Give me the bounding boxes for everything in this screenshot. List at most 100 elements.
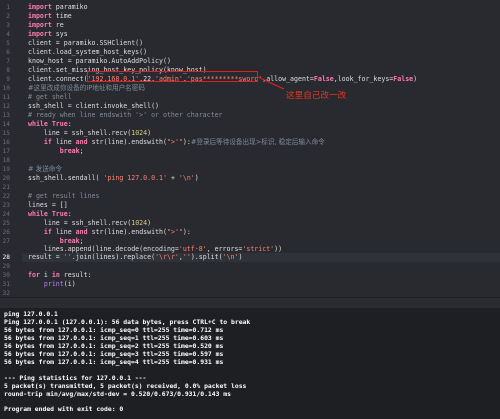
code-text: str(line).endswith( [87,138,167,146]
inline-comment: #登录后等待设备出现>标识, 稳定后输入命令 [190,138,325,146]
code-line-20[interactable]: ssh_shell.sendall( 'ping 127.0.0.1' + '\… [28,174,199,183]
code-text: str(line).endswith( [87,228,167,236]
code-line-1[interactable]: import paramiko [28,3,88,12]
code-text: ,look_for_keys= [333,75,394,83]
console-line: 5 packet(s) transmitted, 5 packet(s) rec… [4,382,247,390]
code-line-24[interactable]: while True: [28,210,72,219]
string-literal: ">'" [167,138,183,146]
string-literal: 'ping 127.0.0.1' [103,174,167,182]
console-line: 56 bytes from 127.0.0.1: icmp_seq=1 ttl=… [4,334,224,342]
string-literal: 'utf-8' [178,245,207,253]
line-number-current: 28 [2,254,10,261]
line-number: 4 [6,31,10,38]
code-text: line = ssh_shell.recv( [28,219,132,227]
code-text: ): [182,138,191,146]
number-literal: 1024 [131,219,148,227]
line-number: 26 [2,229,10,236]
code-text: )) [274,245,283,253]
string-literal: '\n' [222,253,239,261]
code-line-19-comment[interactable]: # 发送命令 [28,165,62,174]
code-text: (i) [63,280,76,288]
line-number: 12 [2,103,10,110]
code-line-11-comment[interactable]: # get shell [28,93,72,102]
code-line-31[interactable]: for i in result: [28,271,92,280]
console-line: 56 bytes from 127.0.0.1: icmp_seq=3 ttl=… [4,350,224,358]
code-text: ; [79,237,84,245]
code-text: .join(lines).replace( [71,253,156,261]
code-line-14[interactable]: while True: [28,120,72,129]
string-literal: '\r\r' [155,253,179,261]
code-line-6[interactable]: client.load_system_host_keys() [28,48,147,57]
keyword: if [43,228,52,236]
code-line-29[interactable]: result = ''.join(lines).replace('\r\r','… [28,253,242,262]
line-number: 15 [2,130,10,137]
code-line-2[interactable]: import time [28,12,72,21]
line-number: 27 [2,238,10,245]
console-line: 56 bytes from 127.0.0.1: icmp_seq=2 ttl=… [4,342,224,350]
console-exit-line: Program ended with exit code: 0 [4,405,124,413]
code-text: ; [79,147,84,155]
annotation-highlight-box [87,71,258,82]
annotation-label: 这里自己改一改 [286,91,347,101]
line-number: 18 [2,157,10,164]
code-line-17[interactable]: break; [28,147,84,156]
code-line-23[interactable]: lines = [] [28,201,68,210]
code-line-32[interactable]: print(i) [28,280,76,289]
keyword: while [28,120,48,128]
code-line-4[interactable]: import sys [28,30,68,39]
code-text: ) [238,253,243,261]
console-output[interactable]: ping 127.0.0.1 Ping 127.0.0.1 (127.0.0.1… [0,308,500,419]
line-number: 10 [2,85,10,92]
line-number: 23 [2,202,10,209]
keyword: import [28,3,52,11]
code-text: line [51,228,76,236]
keyword: while [28,210,48,218]
line-number: 25 [2,220,10,227]
keyword: for [28,271,40,279]
code-text: ) [147,219,152,227]
code-line-12[interactable]: ssh_shell = client.invoke_shell() [28,102,159,111]
code-text: , errors= [206,245,243,253]
code-text: time [51,12,72,20]
builtin-function: print [43,280,64,288]
code-text: sys [51,30,68,38]
code-line-3[interactable]: import re [28,21,64,30]
code-line-25[interactable]: line = ssh_shell.recv(1024) [28,219,151,228]
code-line-16[interactable]: if line and str(line).endswith(">'"):#登录… [28,138,325,147]
keyword: break [28,147,80,155]
code-line-22-comment[interactable]: # get result lines [28,192,99,201]
keyword: False [313,75,334,83]
keyword: import [28,21,52,29]
code-line-10-comment[interactable]: #这里改成你设备的IP地址和用户名密码 [28,84,145,93]
console-line: round-trip min/avg/max/std-dev = 0.520/0… [4,390,232,398]
code-line-15[interactable]: line = ssh_shell.recv(1024) [28,129,151,138]
line-number: 16 [2,139,10,146]
code-text: re [51,21,64,29]
console-line: ping 127.0.0.1 [4,310,58,318]
keyword: and [75,228,88,236]
keyword: import [28,12,52,20]
line-number: 22 [2,193,10,200]
code-text: line = ssh_shell.recv( [28,129,132,137]
keyword: in [51,271,60,279]
keyword: and [75,138,88,146]
code-line-5[interactable]: client = paramiko.SSHClient() [28,39,143,48]
line-number: 7 [6,58,10,65]
code-text: ) [194,174,199,182]
code-line-13-comment[interactable]: # ready when line endswith '>' or other … [28,111,223,120]
line-number: 3 [6,22,10,29]
line-number: 1 [6,4,10,11]
code-line-26[interactable]: if line and str(line).endswith(">'"): [28,228,191,237]
console-line: 56 bytes from 127.0.0.1: icmp_seq=0 ttl=… [4,326,224,334]
line-number: 24 [2,211,10,218]
line-number: 30 [2,272,10,279]
code-editor[interactable]: 1 2 3 4 5 6 7 8 9 10 11 12 13 14 15 16 1… [0,0,500,297]
string-literal: ">'" [167,228,183,236]
code-text: paramiko [51,3,88,11]
line-number: 19 [2,166,10,173]
line-number: 8 [6,67,10,74]
code-line-7[interactable]: know_host = paramiko.AutoAddPolicy() [28,57,171,66]
